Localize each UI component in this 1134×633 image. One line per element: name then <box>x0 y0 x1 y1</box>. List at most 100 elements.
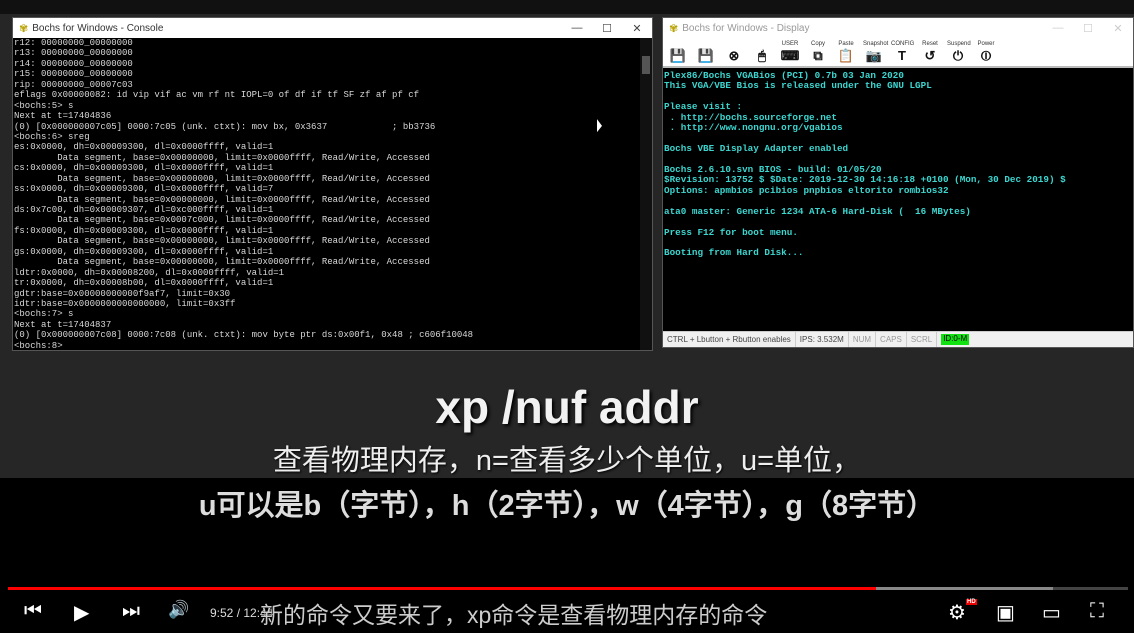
console-output[interactable]: r12: 00000000_00000000 r13: 00000000_0000… <box>13 38 640 350</box>
volume-icon[interactable]: 🔊 <box>168 600 189 620</box>
vga-line <box>664 217 1133 227</box>
console-line: eflags 0x00000082: id vip vif ac vm rf n… <box>14 90 420 101</box>
console-line: rip: 00000000_00007c03 <box>14 79 133 90</box>
console-line: <bochs:6> sreg <box>14 131 90 142</box>
toolbar-label <box>695 40 717 48</box>
toolbar-label: Copy <box>810 41 825 47</box>
toolbar-label: Power <box>977 41 995 47</box>
toolbar-label <box>751 40 773 48</box>
display-title-bar: ✾ Bochs for Windows - Display — ☐ ✕ <box>663 18 1133 38</box>
caption-line-2: u可以是b（字节），h（2字节），w（4字节），g（8字节） <box>198 490 936 522</box>
maximize-button[interactable]: ☐ <box>592 22 622 35</box>
vga-line: ata0 master: Generic 1234 ATA-6 Hard-Dis… <box>664 205 971 217</box>
status-scrl: SCRL <box>907 332 938 347</box>
settings-icon[interactable]: ⚙ <box>948 600 966 625</box>
toolbar-button[interactable]: Suspend ⏻ <box>947 40 971 64</box>
console-window: ✾ Bochs for Windows - Console — ☐ ✕ r12:… <box>12 17 653 351</box>
console-line: Data segment, base=0x00000000, limit=0x0… <box>14 152 430 163</box>
display-title: Bochs for Windows - Display <box>682 22 810 34</box>
console-line: Data segment, base=0x00000000, limit=0x0… <box>14 194 430 205</box>
reset-icon: ↺ <box>924 48 936 63</box>
console-line: r15: 00000000_00000000 <box>14 69 133 80</box>
copy-icon: ⧉ <box>813 48 823 63</box>
desktop-strip <box>0 0 1134 14</box>
console-line: (0) [0x000000007c08] 0000:7c08 (unk. ctx… <box>14 330 474 341</box>
caption-line-1: 查看物理内存，n=查看多少个单位，u=单位， <box>272 445 862 477</box>
console-line: (0) [0x000000007c05] 0000:7c05 (unk. ctx… <box>14 121 436 132</box>
scrollbar-thumb[interactable] <box>642 56 650 74</box>
console-line: Data segment, base=0x00000000, limit=0x0… <box>14 236 430 247</box>
toolbar-button[interactable]: USER ⌨ <box>779 40 801 64</box>
console-line: ldtr:0x0000, dh=0x00008200, dl=0x0000fff… <box>14 267 285 278</box>
status-bar: CTRL + Lbutton + Rbutton enables IPS: 3.… <box>663 331 1133 347</box>
vga-line: Booting from Hard Disk... <box>664 247 804 259</box>
toolbar-button[interactable]: ⊗ <box>723 40 745 64</box>
close-button[interactable]: ✕ <box>1103 22 1133 35</box>
console-line: <bochs:8> <box>14 340 63 350</box>
console-scrollbar[interactable] <box>640 38 652 350</box>
keyboard-icon: ⌨ <box>780 48 800 63</box>
vga-line: Press F12 for boot menu. <box>664 226 798 238</box>
paste-icon: 📋 <box>837 48 855 63</box>
close-button[interactable]: ✕ <box>622 22 652 35</box>
toolbar-label: CONFIG <box>891 41 915 47</box>
toolbar-label: Snapshot <box>863 41 889 47</box>
minimize-button[interactable]: — <box>1043 22 1073 35</box>
console-line: gs:0x0000, dh=0x00009300, dl=0x0000ffff,… <box>14 246 274 257</box>
toolbar-button[interactable]: Paste 📋 <box>835 40 857 64</box>
cdrom-icon: ⊗ <box>728 48 740 63</box>
subtitle: 新的命令又要来了，xp命令是查看物理内存的命令 <box>260 602 768 628</box>
vga-line: Bochs VBE Display Adapter enabled <box>664 143 849 155</box>
console-line: cs:0x0000, dh=0x00009300, dl=0x0000ffff,… <box>14 163 274 174</box>
miniplayer-icon[interactable]: ▣ <box>996 600 1015 625</box>
toolbar-button[interactable]: 🖱 <box>751 40 773 64</box>
vga-line: Options: apmbios pcibios pnpbios eltorit… <box>664 184 949 196</box>
toolbar-button[interactable]: 💾 <box>695 40 717 64</box>
console-line: ds:0x7c00, dh=0x00009307, dl=0xc000ffff,… <box>14 205 274 215</box>
toolbar-label: Suspend <box>947 41 971 47</box>
status-num: NUM <box>849 332 877 347</box>
floppy-b-icon: 💾 <box>697 48 715 63</box>
caption-title: xp /nuf addr <box>435 381 699 433</box>
vga-screen[interactable]: Plex86/Bochs VGABios (PCI) 0.7b 03 Jan 2… <box>663 68 1133 332</box>
console-line: r13: 00000000_00000000 <box>14 48 133 59</box>
status-ips: IPS: 3.532M <box>796 332 849 347</box>
toolbar-button[interactable]: Power ⏼ <box>975 40 997 64</box>
toolbar-button[interactable]: CONFIG T <box>891 40 915 64</box>
toolbar-button[interactable]: Copy ⧉ <box>807 40 829 64</box>
play-icon[interactable]: ▶ <box>74 600 89 625</box>
power-icon: ⏼ <box>980 48 992 63</box>
maximize-button[interactable]: ☐ <box>1073 22 1103 35</box>
suspend-icon: ⏻ <box>952 48 964 63</box>
previous-icon[interactable]: ⏮ <box>24 600 42 623</box>
hd-badge: HD <box>966 599 977 605</box>
toolbar-button[interactable]: Snapshot 📷 <box>863 40 889 64</box>
console-line: Data segment, base=0x00000000, limit=0x0… <box>14 173 430 184</box>
console-line: <bochs:7> s <box>14 309 74 320</box>
time-separator: / <box>233 606 244 620</box>
toolbar-label: USER <box>781 41 799 47</box>
console-line: Data segment, base=0x0007c000, limit=0x0… <box>14 215 430 226</box>
console-title-bar: ✾ Bochs for Windows - Console — ☐ ✕ <box>13 18 652 38</box>
toolbar-label: Reset <box>922 41 938 47</box>
console-line: r12: 00000000_00000000 <box>14 38 133 48</box>
console-line: Next at t=17404837 <box>14 319 112 330</box>
toolbar-button[interactable]: Reset ↺ <box>919 40 941 64</box>
current-time: 9:52 <box>210 606 234 620</box>
progress-bar[interactable] <box>8 587 1128 590</box>
minimize-button[interactable]: — <box>562 22 592 35</box>
display-toolbar: 💾 💾 ⊗ 🖱 USER ⌨ Copy ⧉ Paste 📋 Snapshot 📷 CONFIG T Rese… <box>663 38 1133 68</box>
console-line: es:0x0000, dh=0x00009300, dl=0x0000ffff,… <box>14 142 274 153</box>
console-line: ss:0x0000, dh=0x00009300, dl=0x0000ffff,… <box>14 184 274 195</box>
console-line: fs:0x0000, dh=0x00009300, dl=0x0000ffff,… <box>14 225 274 236</box>
mouse-icon: 🖱 <box>758 48 766 63</box>
mouse-cursor-icon <box>597 119 602 134</box>
next-icon[interactable]: ⏭ <box>122 600 140 623</box>
display-window: ✾ Bochs for Windows - Display — ☐ ✕ 💾 💾 ⊗ 🖱… <box>662 17 1134 348</box>
vga-line: . http://www.nongnu.org/vgabios <box>664 122 843 134</box>
console-line: Data segment, base=0x00000000, limit=0x0… <box>14 257 430 268</box>
theater-mode-icon[interactable]: ▭ <box>1042 600 1061 625</box>
console-line: gdtr:base=0x00000000000f9af7, limit=0x30 <box>14 288 231 299</box>
fullscreen-icon[interactable]: ⛶ <box>1090 600 1104 623</box>
toolbar-button[interactable]: 💾 <box>667 40 689 64</box>
